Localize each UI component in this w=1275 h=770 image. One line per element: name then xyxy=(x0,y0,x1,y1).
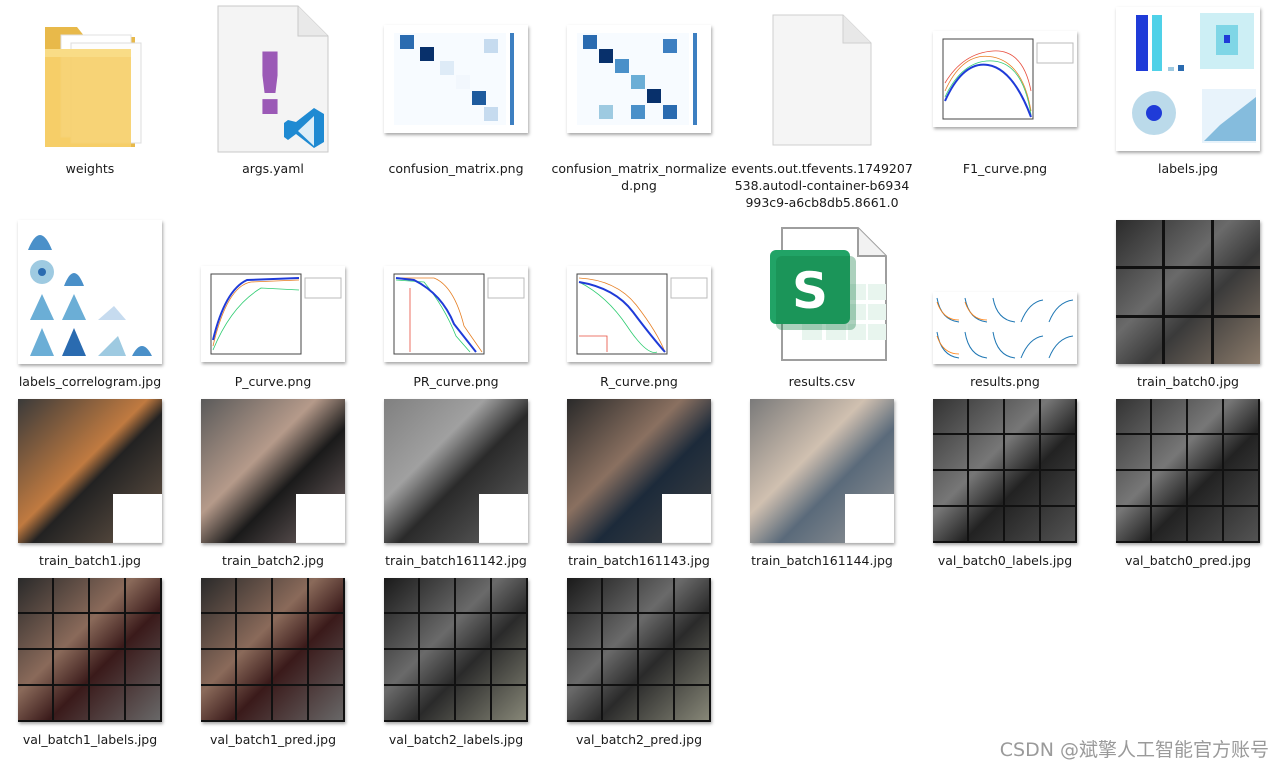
file-name: confusion_matrix_normalized.png xyxy=(551,161,727,193)
file-item-val-batch0-labels[interactable]: val_batch0_labels.jpg xyxy=(920,396,1090,581)
file-item-results-png[interactable]: results.png xyxy=(920,217,1090,402)
labels-correlogram-thumbnail xyxy=(18,220,162,364)
file-name: val_batch0_pred.jpg xyxy=(1124,553,1251,568)
file-name: F1_curve.png xyxy=(962,161,1048,176)
file-item-val-batch2-labels[interactable]: val_batch2_labels.jpg xyxy=(371,575,541,760)
file-item-train-batch1[interactable]: train_batch1.jpg xyxy=(5,396,175,581)
file-item-f1-curve[interactable]: F1_curve.png xyxy=(920,4,1090,189)
f1-curve-thumbnail xyxy=(933,31,1077,127)
pr-curve-thumbnail xyxy=(384,266,528,362)
p-curve-thumbnail xyxy=(201,266,345,362)
file-name: labels_correlogram.jpg xyxy=(18,374,162,389)
file-name: weights xyxy=(65,161,115,176)
file-item-r-curve[interactable]: R_curve.png xyxy=(554,217,724,402)
file-item-val-batch2-pred[interactable]: val_batch2_pred.jpg xyxy=(554,575,724,760)
labels-thumbnail xyxy=(1116,7,1260,151)
file-item-val-batch0-pred[interactable]: val_batch0_pred.jpg xyxy=(1103,396,1273,581)
file-name: results.csv xyxy=(788,374,856,389)
file-name: PR_curve.png xyxy=(413,374,499,389)
watermark: CSDN @斌擎人工智能官方账号 xyxy=(999,739,1269,761)
file-name: val_batch2_labels.jpg xyxy=(388,732,524,747)
svg-text:!: ! xyxy=(250,35,289,135)
image-thumbnail xyxy=(201,578,345,722)
file-name: train_batch161143.jpg xyxy=(568,553,710,568)
results-thumbnail xyxy=(933,292,1077,364)
vscode-yaml-file-icon: ! xyxy=(188,4,358,154)
image-thumbnail xyxy=(18,578,162,722)
file-name: P_curve.png xyxy=(234,374,312,389)
blank-file-icon xyxy=(737,4,907,154)
file-item-labels-correlogram[interactable]: labels_correlogram.jpg xyxy=(5,217,175,402)
image-thumbnail xyxy=(750,399,894,543)
file-name: train_batch1.jpg xyxy=(39,553,141,568)
file-name: val_batch1_labels.jpg xyxy=(22,732,158,747)
file-name: train_batch161144.jpg xyxy=(751,553,893,568)
image-thumbnail xyxy=(1116,220,1260,364)
file-name: val_batch2_pred.jpg xyxy=(575,732,702,747)
spreadsheet-file-icon: S xyxy=(737,217,907,367)
image-thumbnail xyxy=(18,399,162,543)
file-name: train_batch0.jpg xyxy=(1137,374,1239,389)
file-item-pr-curve[interactable]: PR_curve.png xyxy=(371,217,541,402)
file-item-val-batch1-pred[interactable]: val_batch1_pred.jpg xyxy=(188,575,358,760)
file-name: val_batch0_labels.jpg xyxy=(937,553,1073,568)
file-item-weights[interactable]: weights xyxy=(5,4,175,189)
file-name: labels.jpg xyxy=(1157,161,1219,176)
file-item-tfevents[interactable]: events.out.tfevents.1749207538.autodl-co… xyxy=(731,4,913,210)
file-item-train-batch2[interactable]: train_batch2.jpg xyxy=(188,396,358,581)
svg-text:S: S xyxy=(792,262,828,320)
file-item-results-csv[interactable]: S results.csv xyxy=(737,217,907,402)
file-item-confusion-matrix[interactable]: confusion_matrix.png xyxy=(371,4,541,189)
file-name: confusion_matrix.png xyxy=(388,161,524,176)
file-name: train_batch161142.jpg xyxy=(385,553,527,568)
file-name: val_batch1_pred.jpg xyxy=(209,732,336,747)
image-thumbnail xyxy=(567,578,711,722)
r-curve-thumbnail xyxy=(567,266,711,362)
image-thumbnail xyxy=(933,399,1077,543)
confusion-matrix-thumbnail xyxy=(384,25,528,133)
file-item-train-batch161144[interactable]: train_batch161144.jpg xyxy=(737,396,907,581)
file-name: train_batch2.jpg xyxy=(222,553,324,568)
file-item-confusion-matrix-normalized[interactable]: confusion_matrix_normalized.png xyxy=(551,4,727,193)
image-thumbnail xyxy=(201,399,345,543)
file-name: events.out.tfevents.1749207538.autodl-co… xyxy=(731,161,913,210)
image-thumbnail xyxy=(567,399,711,543)
image-thumbnail xyxy=(384,578,528,722)
file-item-val-batch1-labels[interactable]: val_batch1_labels.jpg xyxy=(5,575,175,760)
file-item-p-curve[interactable]: P_curve.png xyxy=(188,217,358,402)
file-name: R_curve.png xyxy=(600,374,678,389)
image-thumbnail xyxy=(384,399,528,543)
file-item-args-yaml[interactable]: ! args.yaml xyxy=(188,4,358,189)
image-thumbnail xyxy=(1116,399,1260,543)
file-item-train-batch0[interactable]: train_batch0.jpg xyxy=(1103,217,1273,402)
confusion-matrix-normalized-thumbnail xyxy=(567,25,711,133)
file-item-labels[interactable]: labels.jpg xyxy=(1103,4,1273,189)
file-item-train-batch161142[interactable]: train_batch161142.jpg xyxy=(371,396,541,581)
folder-icon xyxy=(5,4,175,154)
file-item-train-batch161143[interactable]: train_batch161143.jpg xyxy=(554,396,724,581)
file-name: results.png xyxy=(970,374,1040,389)
file-name: args.yaml xyxy=(242,161,304,176)
